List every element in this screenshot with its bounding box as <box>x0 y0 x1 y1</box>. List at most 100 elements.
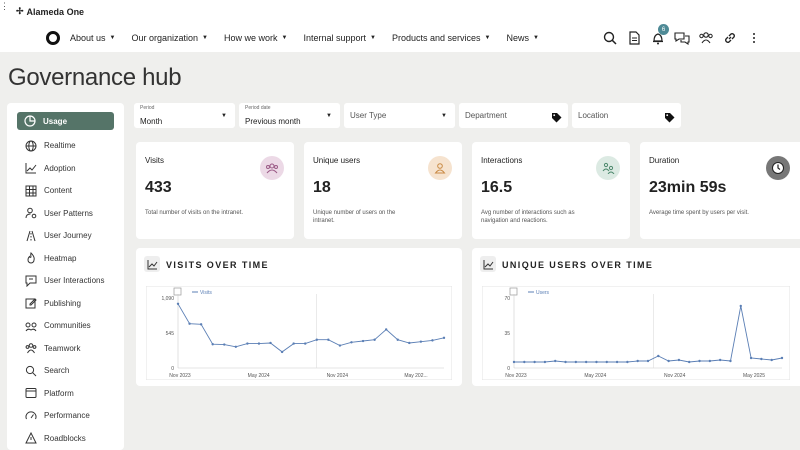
location-filter[interactable]: Location <box>572 103 681 128</box>
data-point[interactable] <box>292 342 295 345</box>
nav-internal-support[interactable]: Internal support ▼ <box>303 31 376 45</box>
data-point[interactable] <box>246 342 249 345</box>
user-type-select[interactable]: User Type ▼ <box>344 103 455 128</box>
search-icon[interactable] <box>598 29 622 47</box>
sidebar-item-usage[interactable]: Usage <box>17 112 114 130</box>
data-point[interactable] <box>361 339 365 343</box>
data-point[interactable] <box>729 359 732 363</box>
sidebar-item-label: Communities <box>44 321 91 331</box>
data-point[interactable] <box>373 338 376 341</box>
data-point[interactable] <box>677 358 681 362</box>
document-icon[interactable] <box>622 29 646 47</box>
nav-label: News <box>506 33 529 43</box>
data-point[interactable] <box>199 323 203 326</box>
data-point[interactable] <box>718 358 722 362</box>
data-point[interactable] <box>584 360 588 364</box>
brand[interactable]: ✢ Alameda One <box>16 6 84 17</box>
data-point[interactable] <box>626 360 629 364</box>
sidebar-item-publishing[interactable]: Publishing <box>7 292 124 315</box>
app-menu-icon[interactable]: ⋮ <box>0 2 9 18</box>
data-point[interactable] <box>615 360 619 364</box>
user-type-placeholder: User Type <box>350 111 387 120</box>
data-point[interactable] <box>384 328 388 331</box>
data-point[interactable] <box>574 360 578 364</box>
nav-about-us[interactable]: About us ▼ <box>70 31 115 45</box>
sidebar-item-adoption[interactable]: Adoption <box>7 157 124 180</box>
more-options-icon[interactable] <box>742 29 766 47</box>
data-point[interactable] <box>327 338 330 341</box>
data-point[interactable] <box>760 357 763 361</box>
bell-icon[interactable]: 6 <box>646 24 670 47</box>
chat-icon[interactable] <box>670 29 694 47</box>
period-select[interactable]: Period Month ▼ <box>134 103 235 128</box>
data-point[interactable] <box>338 344 342 347</box>
sidebar-item-performance[interactable]: Performance <box>7 405 124 428</box>
journey-icon <box>24 229 38 243</box>
sidebar-item-content[interactable]: Content <box>7 180 124 203</box>
data-point[interactable] <box>442 336 446 340</box>
data-point[interactable] <box>223 343 226 346</box>
data-point[interactable] <box>315 338 318 341</box>
data-point[interactable] <box>780 356 784 360</box>
data-point[interactable] <box>176 302 180 305</box>
sidebar-item-teamwork[interactable]: Teamwork <box>7 337 124 360</box>
sidebar-item-label: Performance <box>44 411 90 421</box>
data-point[interactable] <box>657 354 660 358</box>
sidebar-item-search[interactable]: Search <box>7 360 124 383</box>
data-point[interactable] <box>269 341 272 345</box>
nav-our-organization[interactable]: Our organization ▼ <box>131 31 208 45</box>
data-point[interactable] <box>564 360 567 364</box>
data-point[interactable] <box>543 360 547 364</box>
nav-how-we-work[interactable]: How we work ▼ <box>224 31 287 45</box>
legend-label: Visits <box>200 290 212 296</box>
data-point[interactable] <box>667 359 670 363</box>
sidebar-item-label: Heatmap <box>44 253 77 263</box>
group-icon <box>260 156 284 180</box>
data-point[interactable] <box>257 342 261 345</box>
data-point[interactable] <box>688 360 691 364</box>
data-point[interactable] <box>595 360 598 364</box>
data-point[interactable] <box>304 342 307 345</box>
sidebar-item-communities[interactable]: Communities <box>7 315 124 338</box>
data-point[interactable] <box>554 359 557 363</box>
data-point[interactable] <box>419 340 423 343</box>
data-point[interactable] <box>739 304 742 308</box>
sidebar-item-heatmap[interactable]: Heatmap <box>7 247 124 270</box>
department-filter[interactable]: Department <box>459 103 568 128</box>
sidebar-item-realtime[interactable]: Realtime <box>7 135 124 158</box>
data-point[interactable] <box>188 322 191 325</box>
data-point[interactable] <box>408 341 411 345</box>
nav-products-and-services[interactable]: Products and services ▼ <box>392 31 491 45</box>
sidebar-item-roadblocks[interactable]: Roadblocks <box>7 427 124 450</box>
data-point[interactable] <box>533 360 536 364</box>
data-point[interactable] <box>708 359 712 363</box>
data-point[interactable] <box>280 350 284 354</box>
link-icon[interactable] <box>718 29 742 47</box>
period-date-select[interactable]: Period date Previous month ▼ <box>239 103 340 128</box>
data-point[interactable] <box>350 341 353 344</box>
data-point[interactable] <box>211 343 214 346</box>
data-point[interactable] <box>523 360 526 364</box>
data-point[interactable] <box>636 359 639 363</box>
data-point[interactable] <box>512 360 516 364</box>
home-logo-icon[interactable] <box>46 31 60 45</box>
unique-users-card: Unique users 18 Unique number of users o… <box>304 142 462 239</box>
data-point[interactable] <box>770 358 773 362</box>
data-point[interactable] <box>605 360 608 364</box>
data-point[interactable] <box>396 338 399 341</box>
data-point[interactable] <box>234 345 238 349</box>
people-icon[interactable] <box>694 29 718 47</box>
chart-frame <box>146 286 452 380</box>
data-point[interactable] <box>646 359 650 363</box>
sidebar-item-user-journey[interactable]: User Journey <box>7 225 124 248</box>
nav-news[interactable]: News ▼ <box>506 31 538 45</box>
data-point[interactable] <box>431 339 434 342</box>
card-value: 18 <box>313 179 331 196</box>
sidebar-item-user-patterns[interactable]: User Patterns <box>7 202 124 225</box>
sidebar-item-platform[interactable]: Platform <box>7 382 124 405</box>
period-value: Month <box>140 117 163 126</box>
data-point[interactable] <box>698 359 701 363</box>
top-bar: ⋮ ✢ Alameda One About us ▼ Our organizati… <box>0 0 800 52</box>
data-point[interactable] <box>749 356 753 360</box>
sidebar-item-user-interactions[interactable]: User Interactions <box>7 270 124 293</box>
